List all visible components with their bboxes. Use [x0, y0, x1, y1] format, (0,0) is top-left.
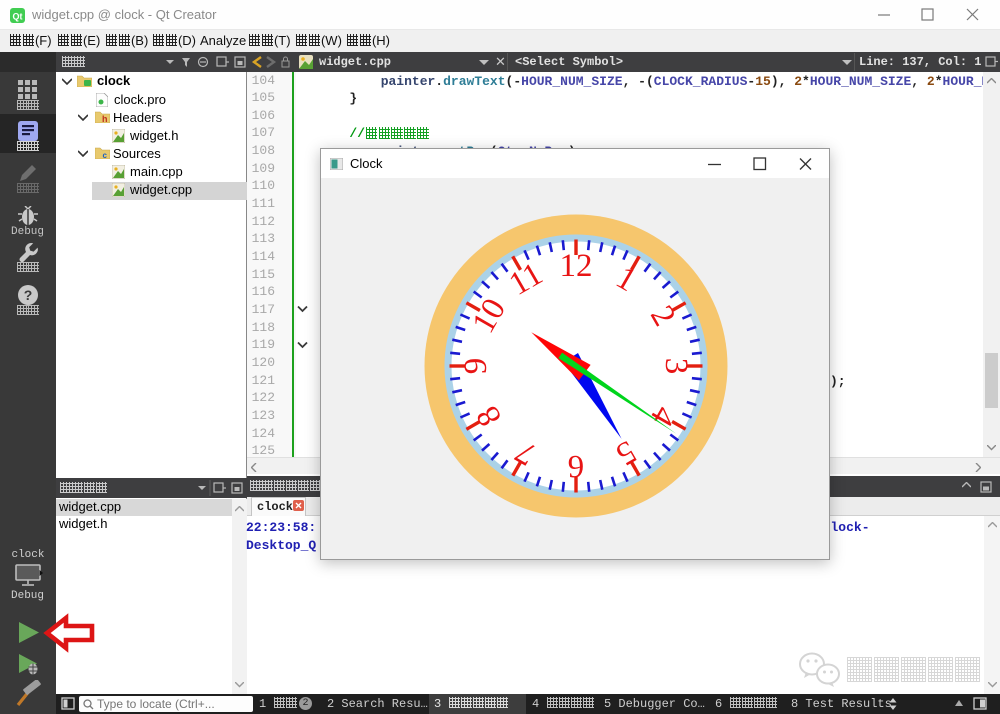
svg-text:6: 6 [568, 448, 585, 484]
svg-text:12: 12 [560, 248, 593, 284]
svg-text:9: 9 [458, 358, 494, 375]
svg-text:c: c [103, 151, 108, 159]
svg-text:h: h [102, 114, 108, 123]
svg-text:?: ? [24, 287, 33, 303]
svg-text:Qt: Qt [13, 12, 23, 22]
svg-text:3: 3 [658, 358, 694, 375]
